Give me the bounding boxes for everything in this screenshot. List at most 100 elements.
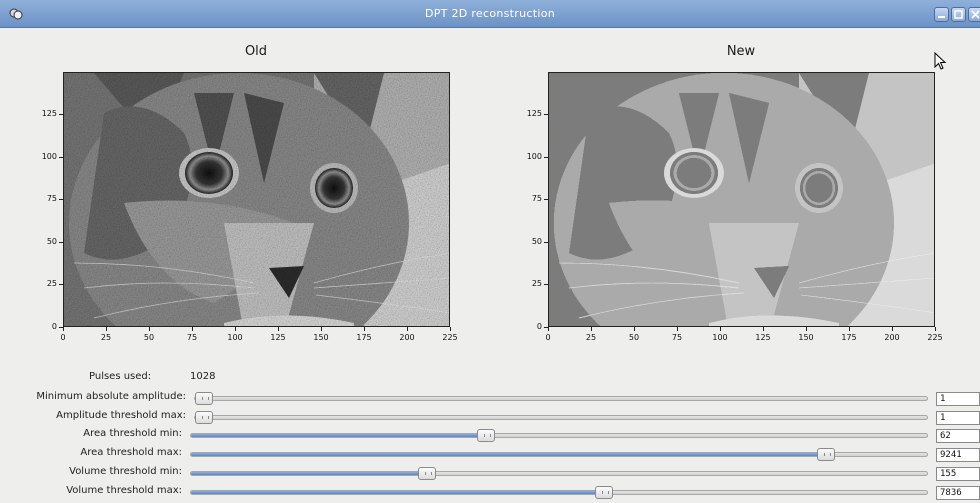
amplitude-threshold-max-field[interactable]: 1: [936, 410, 980, 425]
y-tick-mark: [544, 114, 548, 115]
old-cat-image: [64, 73, 449, 326]
x-tick-label: 100: [227, 333, 243, 342]
y-tick-mark: [544, 199, 548, 201]
volume-threshold-min-slider-thumb[interactable]: [418, 466, 437, 480]
y-tick-mark: [59, 199, 63, 201]
y-tick-mark: [59, 114, 63, 115]
x-tick-label: 150: [798, 333, 814, 342]
x-tick-mark: [235, 327, 236, 331]
x-tick-label: 200: [884, 333, 900, 342]
x-tick-label: 200: [399, 333, 415, 342]
x-tick-mark: [106, 327, 107, 331]
y-tick-mark: [59, 284, 63, 286]
area-threshold-max-slider-thumb[interactable]: [816, 448, 835, 462]
volume-threshold-max-field[interactable]: 7836: [936, 485, 980, 500]
mouse-cursor-icon: [934, 52, 947, 70]
x-tick-mark: [720, 327, 721, 331]
x-tick-mark: [591, 327, 592, 331]
x-tick-mark: [677, 327, 678, 331]
y-tick-mark: [544, 156, 548, 158]
x-tick-label: 125: [270, 333, 286, 342]
x-tick-label: 50: [628, 333, 640, 342]
minimize-icon: [938, 16, 945, 18]
area-threshold-min-slider[interactable]: [190, 429, 928, 443]
x-tick-mark: [278, 327, 279, 331]
volume-threshold-min-slider[interactable]: [190, 466, 928, 480]
volume-threshold-max-slider-fill: [191, 490, 605, 494]
close-button[interactable]: [968, 7, 980, 22]
minimize-button[interactable]: [934, 7, 949, 22]
y-tick-label: 125: [41, 109, 57, 118]
y-tick-mark: [544, 327, 548, 328]
x-tick-label: 0: [60, 333, 66, 342]
y-tick-mark: [544, 284, 548, 286]
old-plot-area: [63, 72, 450, 327]
area-threshold-max-label: Area threshold max:: [80, 447, 182, 459]
x-tick-label: 150: [313, 333, 329, 342]
area-threshold-max-field[interactable]: 9241: [936, 448, 980, 463]
x-tick-mark: [407, 327, 408, 331]
x-tick-mark: [192, 327, 193, 331]
x-tick-label: 50: [143, 333, 155, 342]
x-tick-mark: [935, 327, 936, 331]
new-plot-title: New: [726, 44, 756, 59]
y-tick-label: 75: [46, 194, 57, 204]
minimum-absolute-amplitude-slider[interactable]: [194, 392, 928, 405]
volume-threshold-min-label: Volume threshold min:: [69, 465, 182, 477]
volume-threshold-max-slider[interactable]: [190, 485, 928, 499]
x-tick-label: 225: [442, 333, 458, 342]
x-tick-mark: [321, 327, 322, 331]
area-threshold-min-slider-thumb[interactable]: [477, 429, 496, 443]
y-tick-mark: [544, 241, 548, 243]
x-tick-label: 0: [545, 333, 551, 342]
title-bar[interactable]: DPT 2D reconstruction: [0, 0, 980, 28]
maximize-button[interactable]: [951, 7, 966, 22]
y-tick-label: 75: [531, 194, 542, 204]
area-threshold-max-slider-fill: [191, 453, 826, 457]
x-tick-mark: [548, 327, 549, 331]
area-threshold-min-slider-fill: [191, 434, 487, 438]
x-tick-mark: [149, 327, 150, 331]
x-tick-mark: [63, 327, 64, 331]
y-tick-label: 100: [41, 151, 57, 161]
x-tick-label: 225: [927, 333, 943, 342]
y-tick-mark: [59, 327, 63, 328]
window-title: DPT 2D reconstruction: [424, 7, 556, 20]
y-tick-label: 50: [531, 236, 542, 246]
area-threshold-max-slider[interactable]: [190, 448, 928, 462]
pulses-used-value: 1028: [190, 371, 216, 382]
x-tick-label: 25: [100, 333, 112, 342]
x-tick-label: 100: [712, 333, 728, 342]
volume-threshold-min-slider-fill: [191, 471, 428, 475]
close-icon: [971, 10, 980, 19]
y-tick-mark: [59, 156, 63, 158]
y-tick-label: 50: [46, 236, 57, 246]
pulses-used-label: Pulses used:: [89, 371, 152, 382]
area-threshold-min-label: Area threshold min:: [83, 428, 182, 440]
y-tick-label: 25: [46, 279, 57, 289]
y-tick-label: 125: [526, 109, 542, 118]
amplitude-threshold-max-label: Amplitude threshold max:: [56, 409, 186, 421]
x-tick-mark: [763, 327, 764, 331]
amplitude-threshold-max-slider-thumb[interactable]: [195, 410, 213, 424]
minimum-absolute-amplitude-field[interactable]: 1: [936, 392, 980, 406]
minimum-absolute-amplitude-label: Minimum absolute amplitude:: [36, 391, 186, 402]
y-tick-label: 25: [531, 279, 542, 289]
maximize-icon: [954, 10, 963, 19]
volume-threshold-max-label: Volume threshold max:: [66, 484, 182, 496]
y-tick-mark: [59, 241, 63, 243]
x-tick-mark: [450, 327, 451, 331]
y-tick-label: 100: [526, 151, 542, 161]
new-plot-area: [548, 72, 935, 327]
volume-threshold-max-slider-thumb[interactable]: [595, 485, 614, 499]
minimum-absolute-amplitude-slider-thumb[interactable]: [195, 392, 213, 405]
amplitude-threshold-max-slider[interactable]: [194, 410, 928, 424]
x-tick-mark: [364, 327, 365, 331]
volume-threshold-min-field[interactable]: 155: [936, 466, 980, 481]
area-threshold-min-field[interactable]: 62: [936, 429, 980, 444]
x-tick-mark: [806, 327, 807, 331]
x-tick-label: 175: [841, 333, 857, 342]
x-tick-mark: [892, 327, 893, 331]
x-tick-label: 125: [755, 333, 771, 342]
old-plot-title: Old: [244, 44, 268, 59]
